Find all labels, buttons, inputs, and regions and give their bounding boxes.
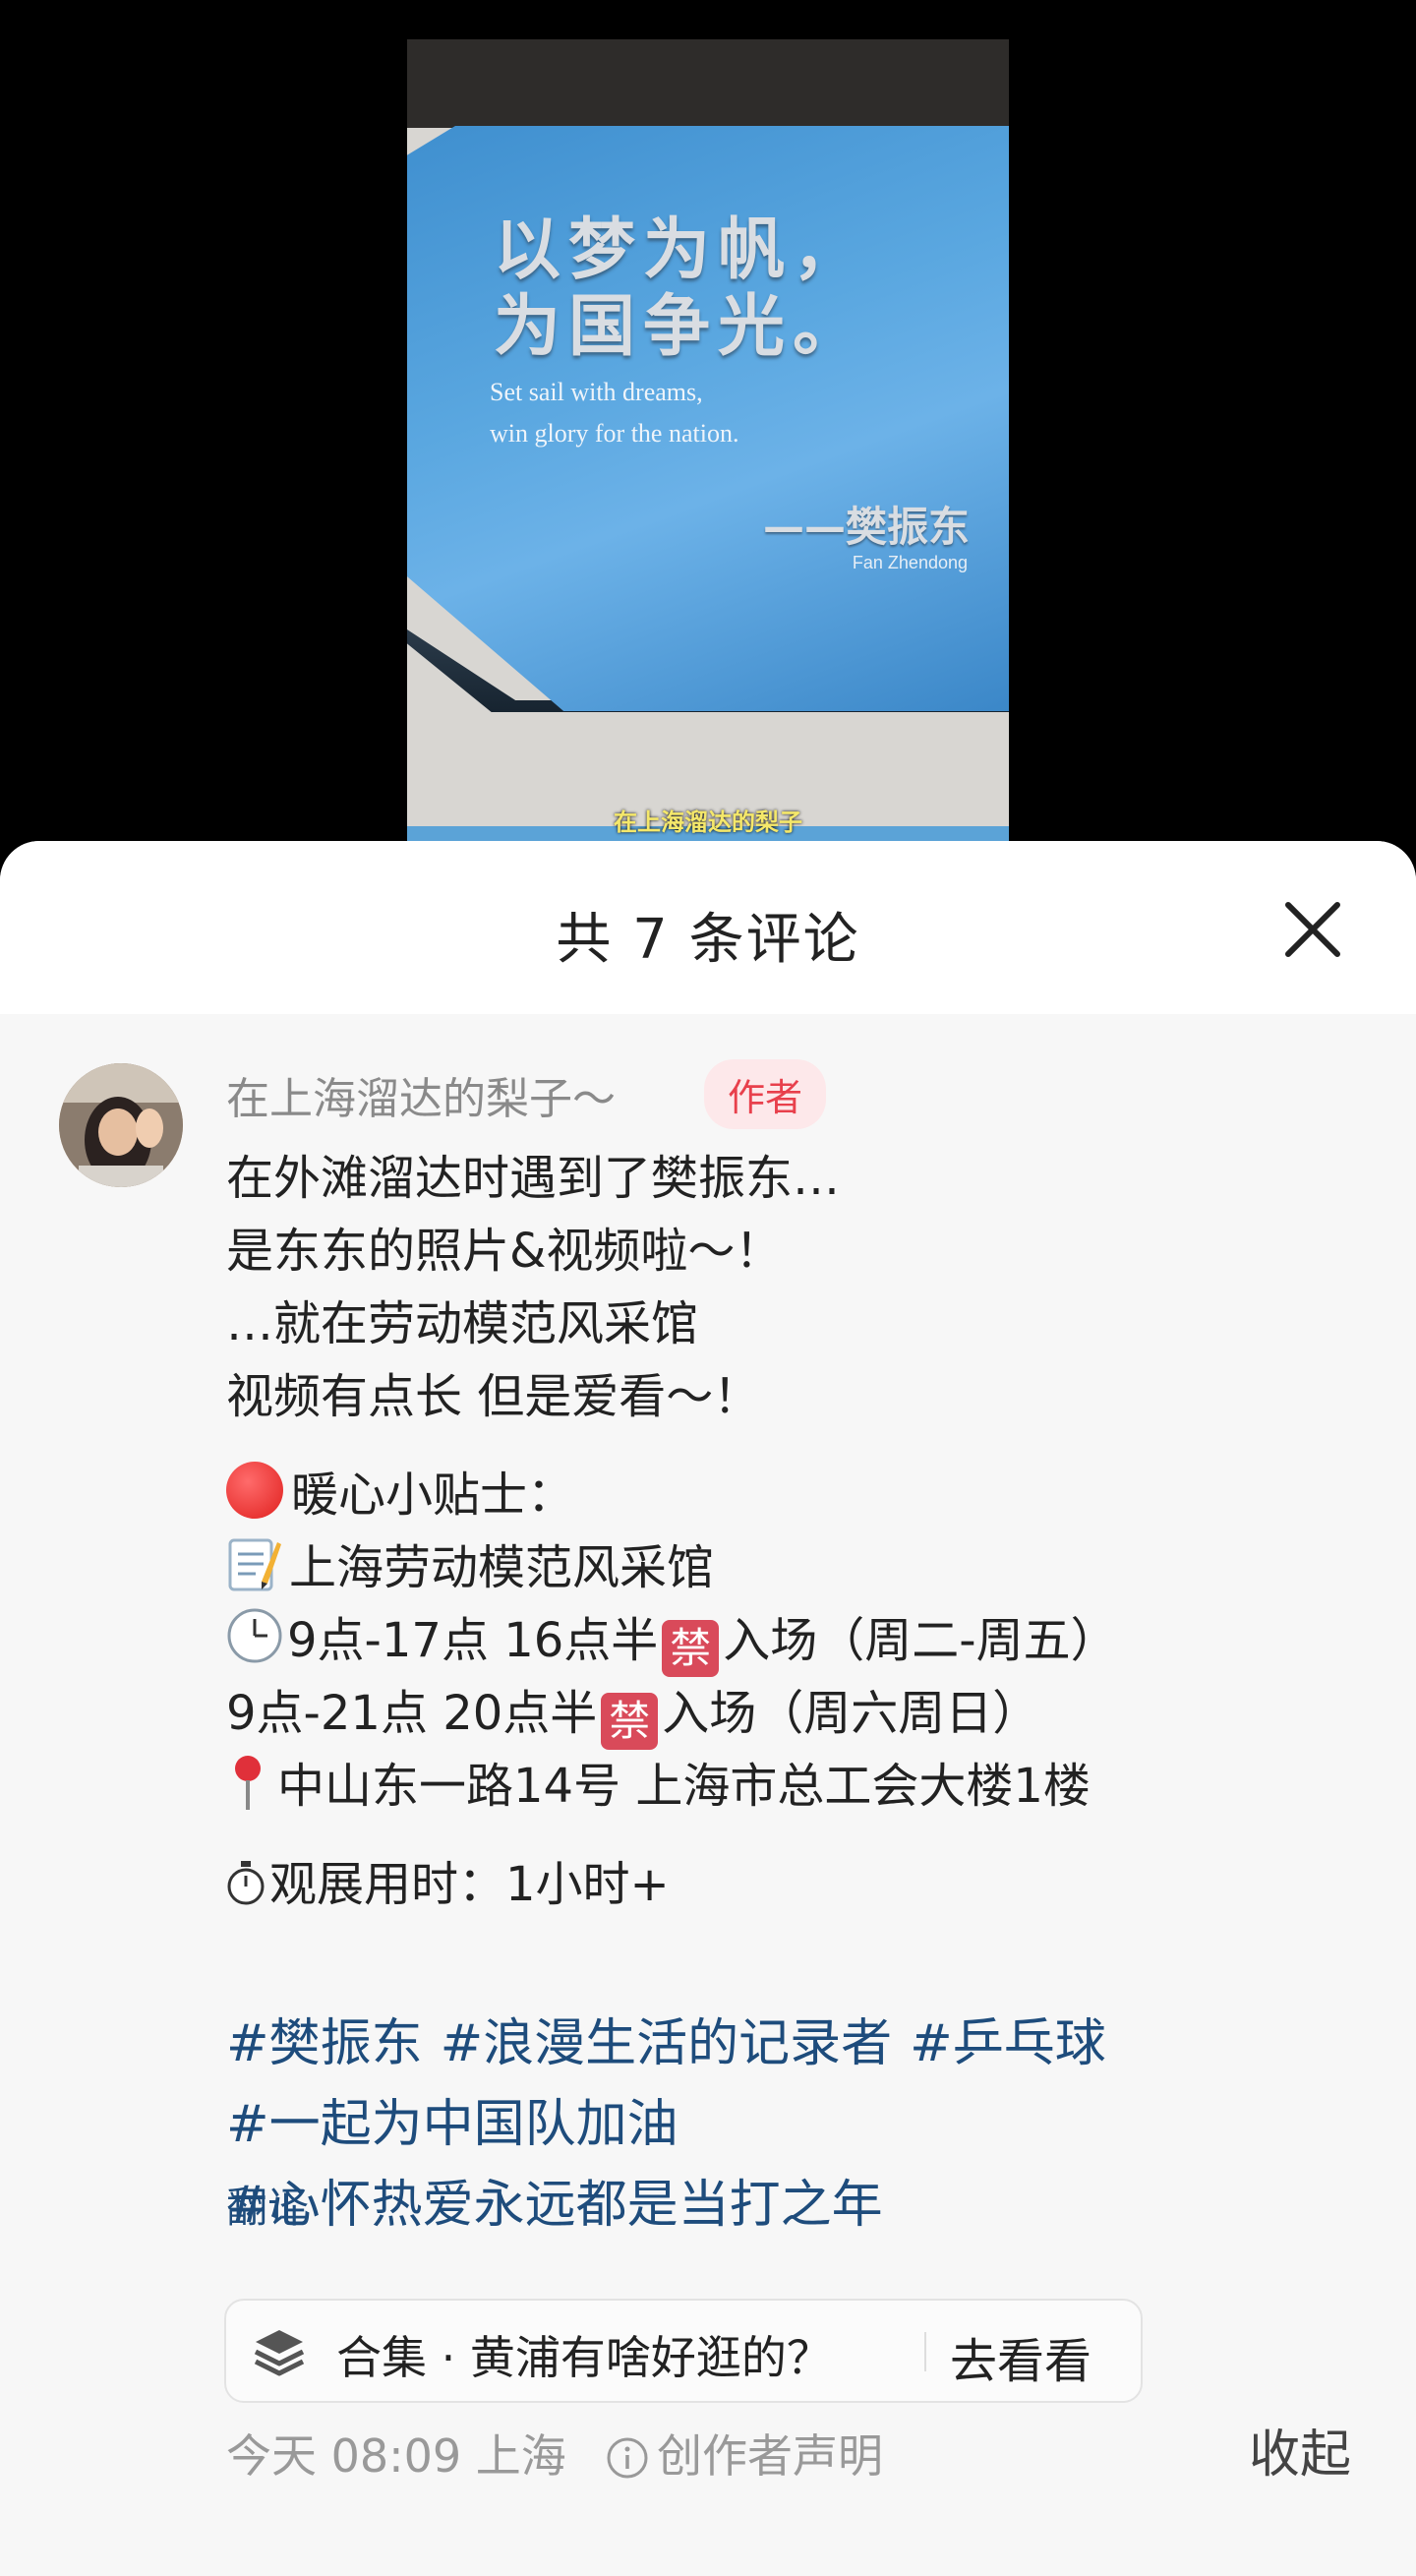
comments-sheet: 共 7 条评论 在上海溜达的梨子～ 作者 在外滩溜达时遇到了樊振东… 是东东的照… — [0, 841, 1416, 2576]
hashtag-link[interactable]: #一起为中国队加油 — [226, 2095, 678, 2154]
collapse-button[interactable]: 收起 — [1249, 2413, 1351, 2486]
ceiling — [407, 39, 1009, 128]
translate-link[interactable]: 翻译 — [226, 2175, 309, 2235]
hours-weekday-time: 9点-17点 16点半 — [287, 1613, 659, 1668]
comment-line: 是东东的照片&视频啦～！ — [226, 1224, 783, 1279]
sheet-header: 共 7 条评论 — [0, 841, 1416, 1014]
hours-weekday-entry: 入场（周二-周五） — [723, 1613, 1118, 1668]
duration-text: 观展用时：1小时+ — [269, 1857, 670, 1912]
quote-author-en: Fan Zhendong — [852, 553, 968, 572]
quote-en-line1: Set sail with dreams, — [490, 378, 703, 406]
avatar[interactable] — [59, 1063, 183, 1187]
close-button[interactable] — [1278, 895, 1347, 964]
divider — [924, 2332, 926, 2371]
address-line: 中山东一路14号 上海市总工会大楼1楼 — [226, 1750, 1357, 1823]
duration-line: 观展用时：1小时+ — [226, 1848, 1357, 1921]
hashtag-link[interactable]: #浪漫生活的记录者 — [441, 2014, 893, 2073]
prohibited-icon: 禁 — [601, 1693, 659, 1750]
author-badge: 作者 — [704, 1059, 827, 1129]
comment-list: 在上海溜达的梨子～ 作者 在外滩溜达时遇到了樊振东… 是东东的照片&视频啦～！ … — [0, 1014, 1416, 2576]
prohibited-icon: 禁 — [662, 1620, 720, 1677]
venue-text: 上海劳动模范风采馆 — [289, 1540, 715, 1595]
comment-line: 在外滩溜达时遇到了樊振东… — [226, 1151, 841, 1206]
tip-title: 暖心小贴士： — [291, 1468, 575, 1523]
address-text: 中山东一路14号 上海市总工会大楼1楼 — [277, 1759, 1091, 1814]
video-frame: 以梦为帆， 为国争光。 Set sail with dreams, win gl… — [407, 39, 1009, 846]
comment-line: 视频有点长 但是爱看～！ — [226, 1369, 761, 1424]
clock-icon — [227, 1608, 282, 1663]
quote-cn-line2: 为国争光。 — [494, 287, 868, 366]
hours-weekend-entry: 入场（周六周日） — [662, 1686, 1040, 1741]
comment-line: …就在劳动模范风采馆 — [226, 1296, 699, 1351]
memo-icon — [228, 1538, 281, 1591]
quote-author: ——樊振东 — [762, 503, 970, 551]
hashtag-link[interactable]: #心怀热爱永远都是当打之年 — [226, 2176, 883, 2235]
info-icon — [607, 2437, 648, 2479]
comment-username[interactable]: 在上海溜达的梨子～ — [226, 1063, 616, 1126]
quote-board: 以梦为帆， 为国争光。 Set sail with dreams, win gl… — [407, 126, 1009, 711]
comments-count-title: 共 7 条评论 — [556, 908, 860, 972]
video-player[interactable]: 以梦为帆， 为国争光。 Set sail with dreams, win gl… — [0, 0, 1416, 866]
venue-line: 上海劳动模范风采馆 — [226, 1531, 1357, 1604]
hours-weekend-line: 9点-21点 20点半禁入场（周六周日） — [226, 1677, 1357, 1750]
pin-icon — [235, 1756, 261, 1810]
quote-en-line2: win glory for the nation. — [490, 419, 739, 448]
creator-declaration-label: 创作者声明 — [657, 2429, 883, 2483]
collection-label: 合集 · 黄浦有啥好逛的？ — [336, 2331, 832, 2384]
close-icon — [1285, 902, 1340, 957]
hashtag-link[interactable]: #樊振东 — [226, 2014, 423, 2073]
collection-card[interactable]: 合集 · 黄浦有啥好逛的？ 去看看 — [224, 2299, 1143, 2403]
red-circle-icon — [226, 1462, 283, 1519]
layers-icon — [254, 2330, 305, 2376]
comment-timestamp: 今天 08:09 上海 — [226, 2429, 566, 2483]
hours-weekend-time: 9点-21点 20点半 — [226, 1686, 598, 1741]
tip-title-line: 暖心小贴士： — [226, 1459, 1357, 1531]
hashtag-list: #樊振东 #浪漫生活的记录者 #乒乓球 #一起为中国队加油 #心怀热爱永远都是当打之年 — [226, 2004, 1357, 2246]
go-see-button[interactable]: 去看看 — [950, 2322, 1092, 2391]
video-watermark: 在上海溜达的梨子 — [614, 809, 802, 836]
stopwatch-icon — [227, 1861, 265, 1905]
hashtag-link[interactable]: #乒乓球 — [910, 2014, 1106, 2073]
avatar-image — [59, 1063, 183, 1187]
creator-declaration-link[interactable]: 创作者声明 — [606, 2421, 883, 2486]
comment-text: 在外滩溜达时遇到了樊振东… 是东东的照片&视频啦～！ …就在劳动模范风采馆 视频… — [226, 1142, 1357, 1921]
hours-weekday-line: 9点-17点 16点半禁入场（周二-周五） — [226, 1604, 1357, 1677]
